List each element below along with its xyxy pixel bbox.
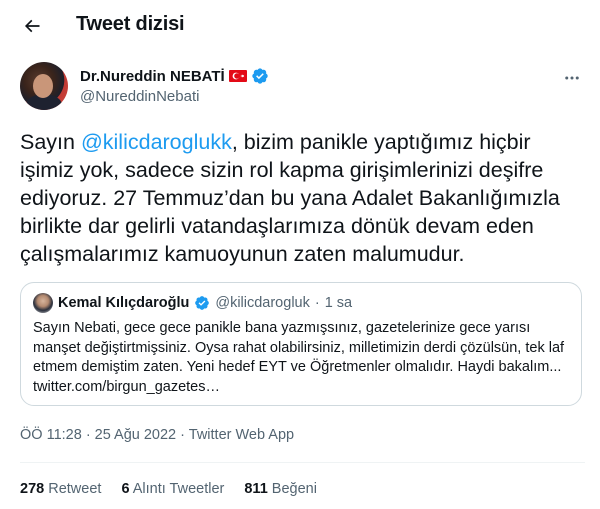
back-button[interactable] bbox=[14, 8, 50, 44]
quoted-tweet-header: Kemal Kılıçdaroğlu @kilicdarogluk · 1 sa bbox=[33, 293, 352, 313]
quoted-avatar bbox=[33, 293, 53, 313]
retweets-stat[interactable]: 278 Retweet bbox=[20, 481, 101, 497]
more-dots-icon bbox=[565, 76, 579, 80]
likes-label: Beğeni bbox=[271, 481, 317, 497]
author-name-row[interactable]: Dr.Nureddin NEBATİ bbox=[80, 67, 269, 85]
avatar[interactable] bbox=[20, 62, 68, 110]
tweet-author: Dr.Nureddin NEBATİ @NureddinNebati bbox=[20, 60, 590, 116]
divider bbox=[20, 462, 585, 463]
likes-stat[interactable]: 811 Beğeni bbox=[244, 481, 317, 497]
separator-dot: · bbox=[314, 295, 320, 311]
quotes-label: Alıntı Tweetler bbox=[132, 481, 225, 497]
turkey-flag-icon bbox=[228, 70, 247, 82]
quoted-tweet-text: Sayın Nebati, gece gece panikle bana yaz… bbox=[33, 320, 565, 395]
arrow-left-icon bbox=[24, 19, 40, 33]
page-header: Tweet dizisi bbox=[0, 0, 600, 53]
page-title: Tweet dizisi bbox=[76, 13, 185, 35]
retweets-count: 278 bbox=[20, 481, 45, 497]
retweets-label: Retweet bbox=[48, 481, 102, 497]
tweet-text: Sayın @kilicdaroglukk, bizim panikle yap… bbox=[20, 128, 586, 268]
tweet-timestamp[interactable]: ÖÖ 11:28 · 25 Ağu 2022 · bbox=[20, 427, 185, 443]
quotes-count: 6 bbox=[121, 481, 130, 497]
tweet-meta: ÖÖ 11:28 · 25 Ağu 2022 · Twitter Web App bbox=[20, 427, 294, 443]
author-name[interactable]: Dr.Nureddin NEBATİ bbox=[80, 68, 225, 85]
tweet-text-start: Sayın bbox=[20, 130, 81, 154]
more-options-button[interactable] bbox=[560, 66, 584, 90]
quoted-author-handle: @kilicdarogluk bbox=[215, 295, 310, 311]
quoted-author-name: Kemal Kılıçdaroğlu bbox=[58, 295, 190, 311]
likes-count: 811 bbox=[244, 481, 268, 497]
quote-tweets-stat[interactable]: 6 Alıntı Tweetler bbox=[121, 481, 224, 497]
mention-link[interactable]: @kilicdaroglukk bbox=[81, 130, 232, 154]
author-handle[interactable]: @NureddinNebati bbox=[80, 88, 199, 105]
tweet-stats: 278 Retweet 6 Alıntı Tweetler 811 Beğeni bbox=[20, 481, 317, 497]
source-app-link[interactable]: Twitter Web App bbox=[189, 427, 294, 443]
quoted-time: 1 sa bbox=[324, 295, 353, 311]
verified-badge-icon bbox=[195, 296, 210, 310]
verified-badge-icon bbox=[252, 68, 268, 84]
quoted-tweet[interactable]: Kemal Kılıçdaroğlu @kilicdarogluk · 1 sa… bbox=[20, 282, 582, 406]
